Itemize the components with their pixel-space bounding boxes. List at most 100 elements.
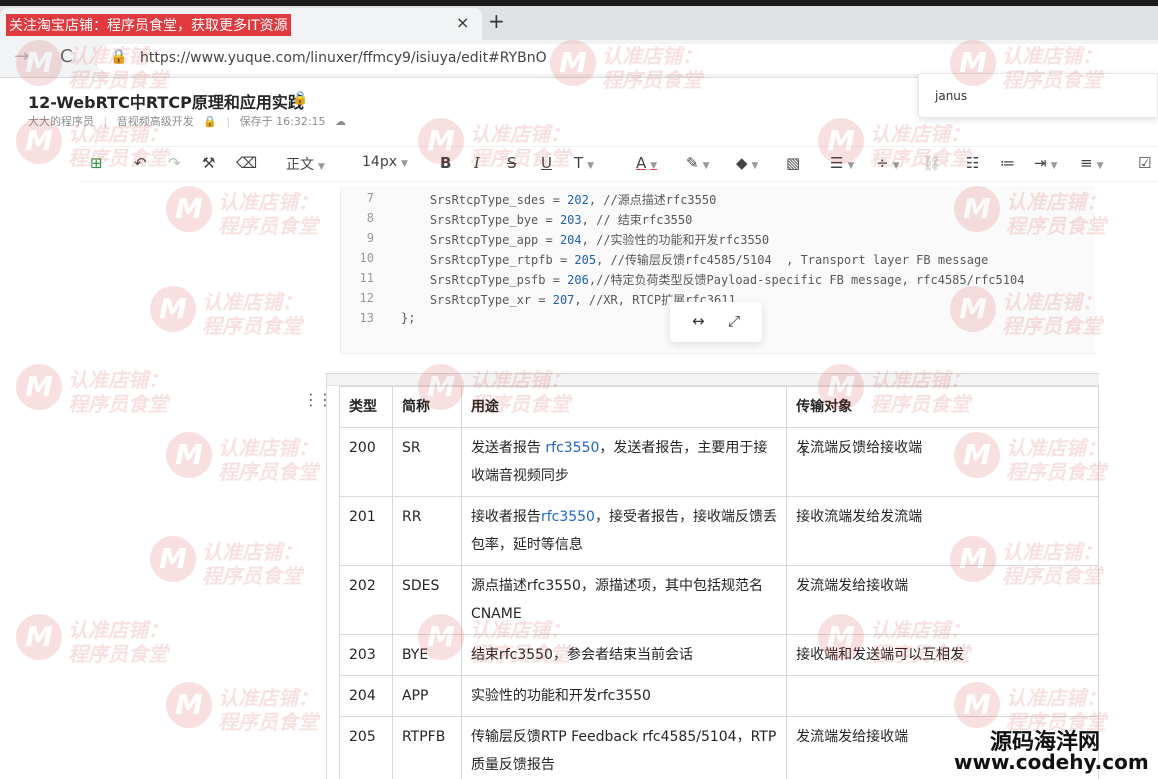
close-tab-icon[interactable]: × [456,13,469,32]
task-list-icon[interactable]: ☑ [1138,154,1151,172]
strikethrough-icon[interactable]: S [507,154,517,172]
fill-color-icon[interactable]: ◆ ▼ [736,154,758,172]
insert-icon[interactable]: ⊞ [90,154,103,172]
code-segment: SrsRtcpType_sdes = [401,193,568,207]
divider-icon[interactable]: ÷ ▼ [876,154,900,172]
table-cell[interactable]: 接收端和发送端可以互相发 [786,634,1099,676]
url-text[interactable]: https://www.yuque.com/linuxer/ffmcy9/isi… [140,50,547,66]
table-cell[interactable]: 接收流端发给发流端 [786,496,1099,566]
bullet-list-icon[interactable]: ☷ [966,154,979,172]
code-number: 207 [552,293,575,307]
watermark-text: 程序员食堂 [202,564,302,588]
table-cell[interactable]: 202 [339,565,393,635]
chevron-down-icon: ▼ [702,161,710,171]
chevron-down-icon: ▼ [1050,161,1058,171]
editor-toolbar: ⊞ ↶ ↷ ⚒ ⌫ 正文 ▼ 14px ▼ B I S U T ▼ A ▼ ✎ ▼ ◆ ▼ … [80,146,1158,182]
watermark-text: 认准店铺： [470,122,570,146]
table-cell[interactable]: 201 [339,496,393,566]
table-cell[interactable]: 200 [339,427,393,497]
site-brand-url: www.codehy.com [954,750,1149,774]
rfc-link[interactable]: rfc3550 [545,440,599,456]
line-number: 9 [366,231,374,245]
search-suggestion-popup[interactable]: janus [918,73,1158,118]
table-cell[interactable]: 接收者报告rfc3550，接受者报告，接收端反馈丢包率，延时等信息 [460,496,788,566]
table-cell[interactable]: 205 [339,716,393,779]
watermark-text: 认准店铺： [218,686,318,710]
fullscreen-icon[interactable]: ⤢ [728,312,740,330]
table-cell[interactable]: 实验性的功能和开发rfc3550 [460,675,788,717]
indent-icon[interactable]: ⇥ ▼ [1034,154,1058,172]
table-row: 202 SDES 源点描述rfc3550，源描述项，其中包括规范名CNAME 发… [339,565,1099,635]
code-text: SrsRtcpType_psfb = 206,//特定负荷类型反馈Payload… [401,271,1025,288]
paragraph-style-select[interactable]: 正文 ▼ [286,154,325,174]
table-cell[interactable]: SDES [391,565,462,635]
document-title[interactable]: 12-WebRTC中RTCP原理和应用实践 [28,89,304,113]
redo-icon[interactable]: ↷ [168,154,181,172]
table-cell[interactable]: 发送者报告 rfc3550，发送者报告，主要用于接收端音视频同步 [460,427,788,497]
table-cell[interactable]: RTPFB [391,716,462,779]
chevron-down-icon: ▼ [587,161,595,171]
watermark-text: 程序员食堂 [218,710,318,734]
align-icon[interactable]: ☰ ▼ [830,154,854,172]
chevron-down-icon: ▼ [401,159,408,169]
clear-format-icon[interactable]: ⌫ [236,154,257,172]
table-cell[interactable]: 源点描述rfc3550，源描述项，其中包括规范名CNAME [460,565,788,635]
table-row: 203 BYE 结束rfc3550，参会者结束当前会话 接收端和发送端可以互相发 [339,634,1099,676]
watermark-text: 程序员食堂 [68,642,168,666]
cell-text: 接收者报告 [470,509,541,525]
table-header-row: 类型 简称 用途 传输对象 [339,386,1099,428]
table-cell[interactable]: 结束rfc3550，参会者结束当前会话 [460,634,788,676]
table-header-cell[interactable]: 传输对象 [786,386,1099,428]
reload-icon[interactable]: C [60,46,73,67]
code-text: }; [401,311,415,325]
table-column-bar[interactable] [327,374,1099,386]
table-cell[interactable]: RR [391,496,462,566]
superscript-icon[interactable]: T ▼ [574,154,594,172]
font-color-icon[interactable]: A ▼ [636,154,657,172]
address-bar[interactable]: 🔒 https://www.yuque.com/linuxer/ffmcy9/i… [96,44,1158,74]
table-cell[interactable]: 发流端发给接收端 [786,565,1099,635]
forward-icon[interactable]: → [14,46,29,67]
save-status: 保存于 16:32:15 [239,115,326,128]
font-size-select[interactable]: 14px ▼ [362,154,408,170]
chevron-down-icon: ▼ [751,161,759,171]
bold-icon[interactable]: B [440,154,451,172]
search-suggestion-text[interactable]: janus [935,89,967,103]
line-number: 7 [366,191,374,205]
table-cell[interactable]: 203 [339,634,393,676]
book-name[interactable]: 音视频高级开发 [117,115,194,128]
table-cell[interactable]: 204 [339,675,393,717]
undo-icon[interactable]: ↶ [134,154,147,172]
clear-style-icon[interactable]: ▧ [786,154,800,172]
table-cell[interactable] [786,675,1099,717]
tab-title: 关注淘宝店铺：程序员食堂，获取更多IT资源 [6,14,291,36]
highlight-icon[interactable]: ✎ ▼ [686,154,710,172]
paragraph-style-label: 正文 [286,157,314,173]
link-icon[interactable]: ⛓ [922,154,941,172]
table-cell[interactable]: 发流端反馈给接收端 [786,427,1099,497]
new-tab-button[interactable]: + [488,9,505,33]
table-cell[interactable]: APP [391,675,462,717]
table-cell[interactable]: BYE [391,634,462,676]
site-lock-icon[interactable]: 🔒 [110,49,127,65]
underline-icon[interactable]: U [541,154,552,172]
table-header-cell[interactable]: 用途 [460,386,788,428]
table-row: 200 SR 发送者报告 rfc3550，发送者报告，主要用于接收端音视频同步 … [339,427,1099,497]
code-segment: SrsRtcpType_xr = [401,293,553,307]
wrap-toggle-icon[interactable]: ↔ [692,312,705,330]
browser-tab-bar: 关注淘宝店铺：程序员食堂，获取更多IT资源 × + [0,6,1158,40]
table-header-cell[interactable]: 类型 [339,386,393,428]
code-number: 204 [559,233,582,247]
table-cell[interactable]: SR [391,427,462,497]
browser-tab[interactable]: 关注淘宝店铺：程序员食堂，获取更多IT资源 × [0,8,482,40]
numbered-list-icon[interactable]: ≔ [1000,154,1015,172]
author-name[interactable]: 大大的程序员 [28,115,94,128]
code-segment: SrsRtcpType_app = [401,233,560,247]
italic-icon[interactable]: I [474,154,480,172]
format-painter-icon[interactable]: ⚒ [202,154,215,172]
table-header-cell[interactable]: 简称 [391,386,462,428]
rfc-link[interactable]: rfc3550 [541,509,595,525]
meta-divider: | [103,115,108,128]
table-cell[interactable]: 传输层反馈RTP Feedback rfc4585/5104，RTP质量反馈报告 [460,716,788,779]
line-spacing-icon[interactable]: ≡ ▼ [1080,154,1104,172]
